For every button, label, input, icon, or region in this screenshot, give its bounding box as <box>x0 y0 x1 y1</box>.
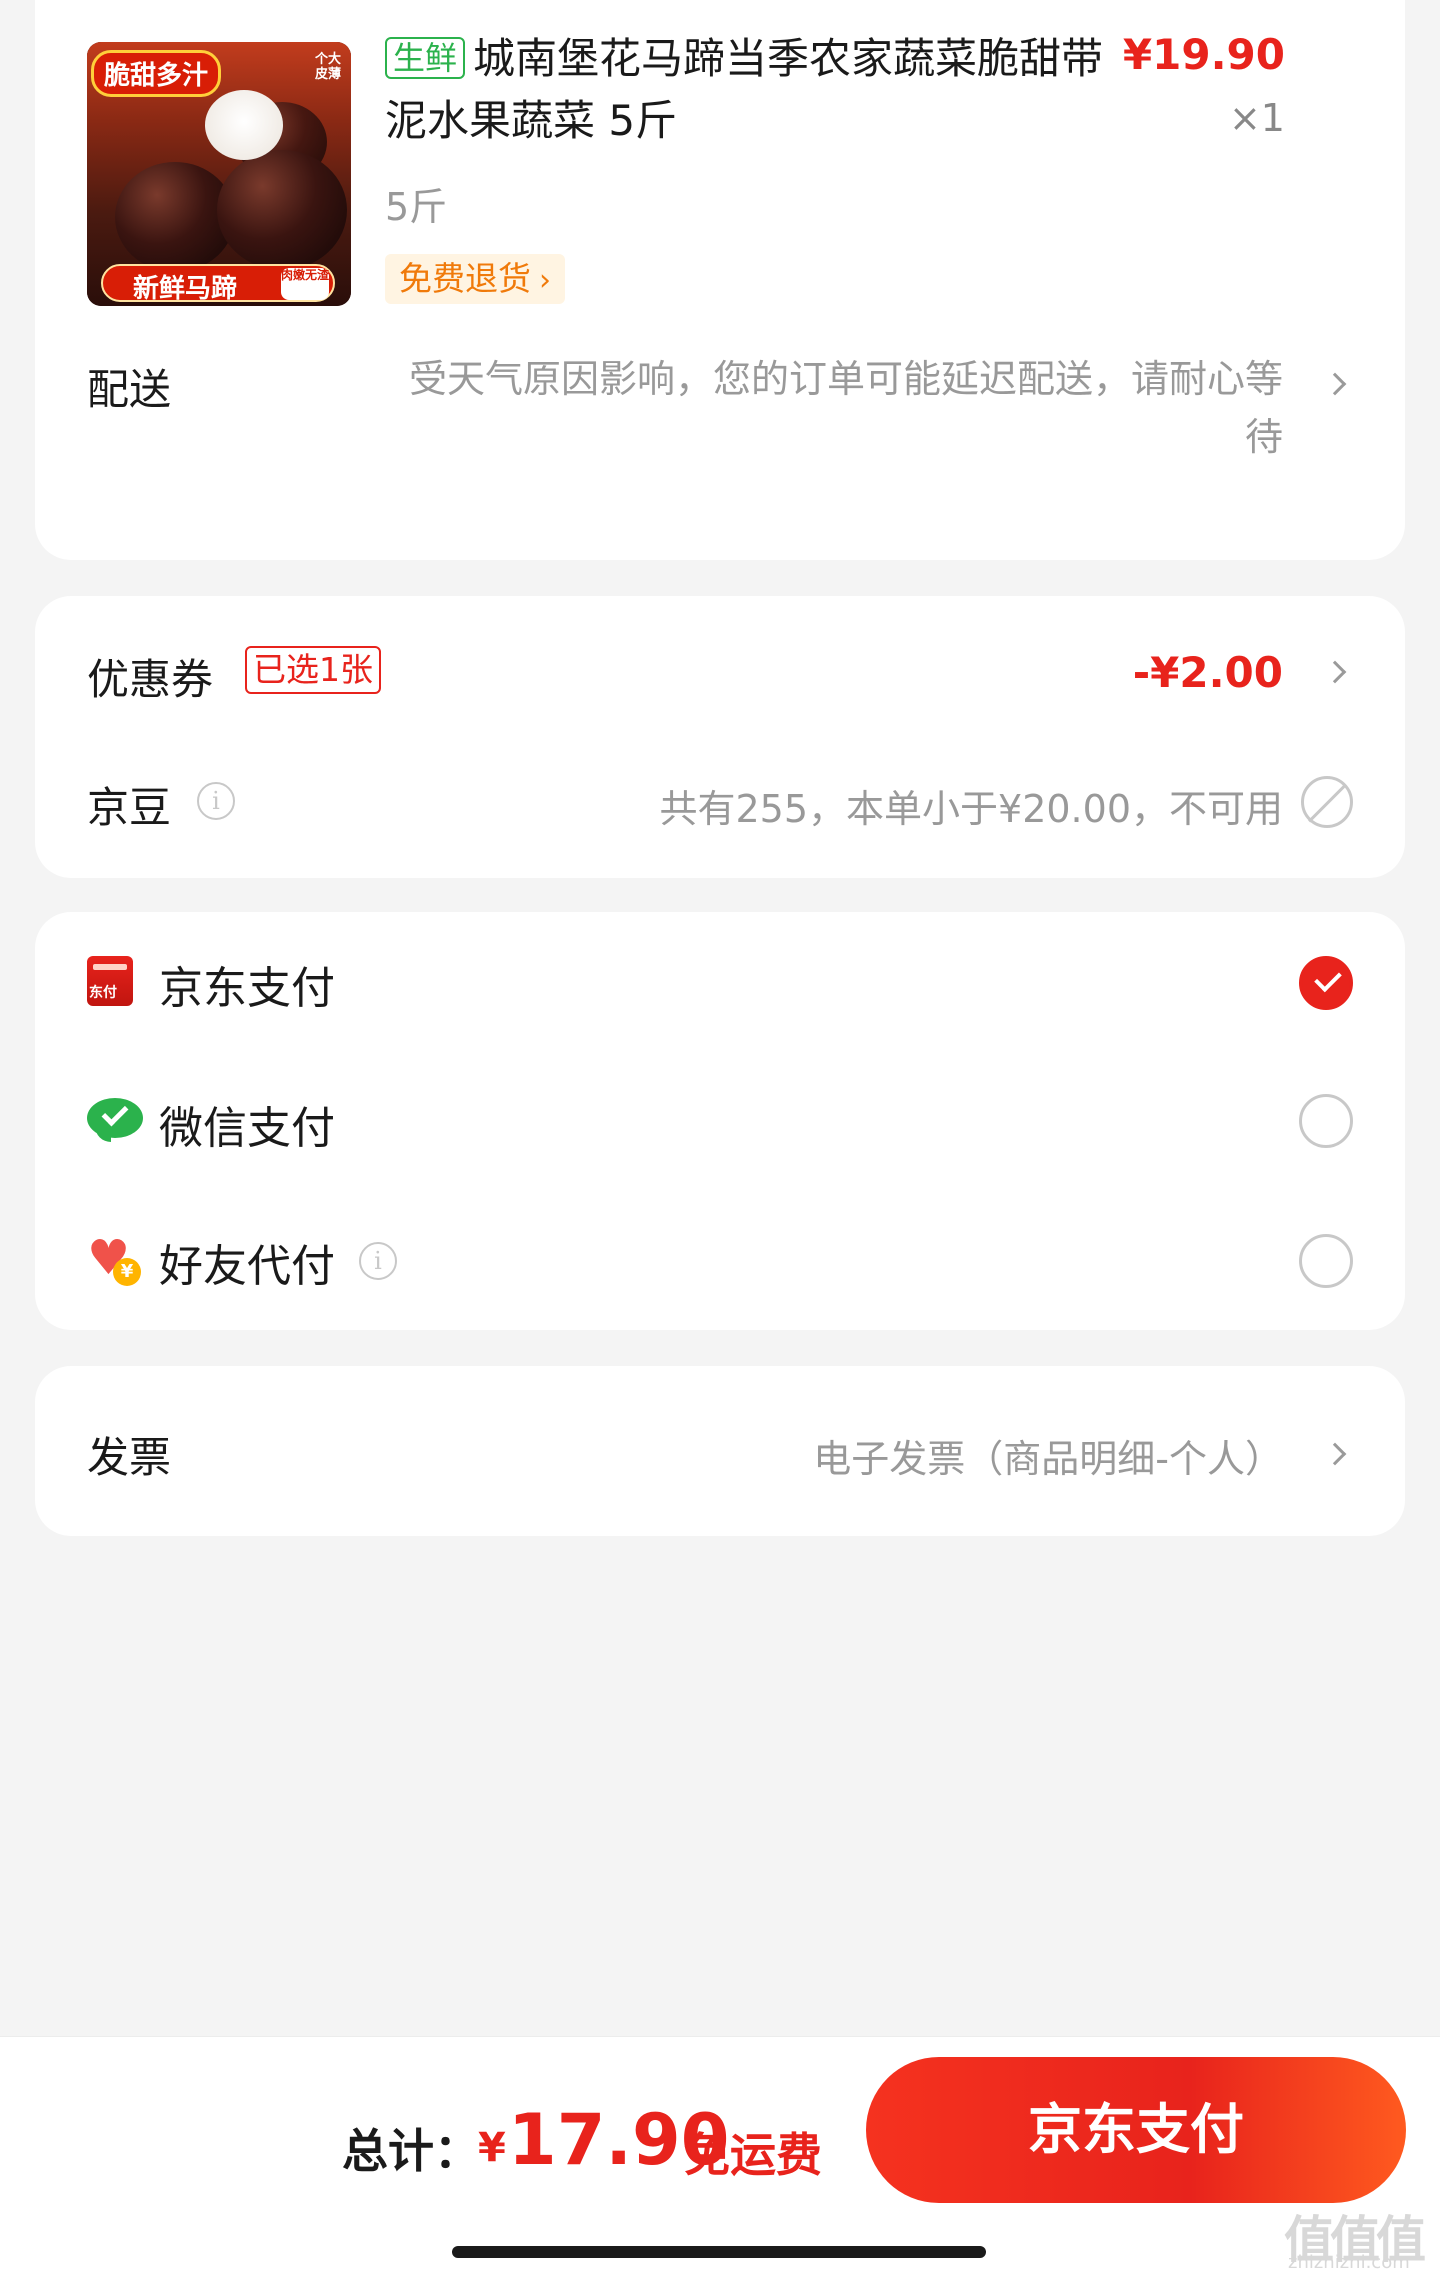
jd-pay-icon-text: 东付 <box>89 985 117 1001</box>
free-return-label: 免费退货 <box>399 259 531 298</box>
pay-button[interactable]: 京东支付 <box>866 2057 1406 2203</box>
chevron-right-icon[interactable] <box>1323 372 1347 396</box>
product-spec: 5斤 <box>385 185 448 229</box>
product-title-block[interactable]: 生鲜 城南堡花马蹄当季农家蔬菜脆甜带泥水果蔬菜 5斤 <box>385 28 1105 152</box>
water-chestnut <box>217 150 347 270</box>
yen-icon: ¥ <box>113 1258 141 1286</box>
image-tag-top-right: 个大皮薄 <box>314 52 341 82</box>
coupon-label[interactable]: 优惠券 <box>87 646 213 707</box>
image-banner-text: 新鲜马蹄 <box>133 274 238 304</box>
image-tag-top-left: 脆甜多汁 <box>91 50 222 97</box>
coupon-selected-badge: 已选1张 <box>245 646 381 694</box>
watermark: 值值值 zhizhizhi.com <box>1284 2200 1440 2274</box>
image-banner-side: 肉嫩无渣 <box>281 268 329 300</box>
payment-method-card: 东付 京东支付 微信支付 ♥ ¥ 好友代付 i <box>35 912 1405 1330</box>
product-card: 脆甜多汁 个大皮薄 新鲜马蹄 肉嫩无渣 生鲜 城南堡花马蹄当季农家蔬菜脆甜带泥水果… <box>35 0 1405 560</box>
fresh-badge: 生鲜 <box>385 37 466 79</box>
checkout-page: 脆甜多汁 个大皮薄 新鲜马蹄 肉嫩无渣 生鲜 城南堡花马蹄当季农家蔬菜脆甜带泥水果… <box>0 0 1440 2277</box>
water-chestnut-flesh <box>205 90 283 160</box>
chevron-right-icon: › <box>539 263 551 298</box>
invoice-label: 发票 <box>87 1433 172 1482</box>
product-price: ¥19.90 <box>1122 30 1285 79</box>
total-currency: ¥ <box>478 2125 506 2171</box>
checkout-bar: 总计： ¥ 17.90 免运费 京东支付 <box>0 2036 1440 2277</box>
chevron-right-icon[interactable] <box>1323 660 1347 684</box>
watermark-url: zhizhizhi.com <box>1288 2252 1410 2273</box>
image-banner: 新鲜马蹄 肉嫩无渣 <box>101 264 335 304</box>
info-icon[interactable]: i <box>359 1242 397 1280</box>
delivery-label: 配送 <box>87 365 172 414</box>
info-icon[interactable]: i <box>197 782 235 820</box>
free-return-tag[interactable]: 免费退货 › <box>385 254 565 304</box>
discount-card: 优惠券 已选1张 -¥2.00 京豆 i 共有255，本单小于¥20.00，不可… <box>35 596 1405 878</box>
jd-pay-icon-stripe <box>93 964 127 970</box>
product-quantity: ×1 <box>1228 96 1285 140</box>
payment-option-wechat-pay[interactable]: 微信支付 <box>159 1092 335 1156</box>
jd-pay-radio[interactable] <box>1299 956 1353 1010</box>
total-label: 总计： <box>342 2124 480 2178</box>
friend-pay-radio[interactable] <box>1299 1234 1353 1288</box>
wechat-bubble-tail <box>95 1126 111 1142</box>
invoice-card[interactable]: 发票 电子发票（商品明细-个人） <box>35 1366 1405 1536</box>
home-indicator[interactable] <box>452 2246 986 2258</box>
disabled-icon <box>1301 776 1353 828</box>
wechat-pay-radio[interactable] <box>1299 1094 1353 1148</box>
jd-beans-note: 共有255，本单小于¥20.00，不可用 <box>659 787 1284 831</box>
friend-pay-icon: ♥ ¥ <box>87 1234 141 1286</box>
coupon-amount[interactable]: -¥2.00 <box>1133 648 1283 697</box>
chevron-right-icon[interactable] <box>1323 1442 1347 1466</box>
product-title: 城南堡花马蹄当季农家蔬菜脆甜带泥水果蔬菜 5斤 <box>385 34 1104 145</box>
wechat-pay-icon <box>87 1098 143 1144</box>
jd-pay-icon: 东付 <box>87 956 133 1006</box>
payment-option-jd-pay[interactable]: 京东支付 <box>159 952 335 1016</box>
invoice-value: 电子发票（商品明细-个人） <box>813 1437 1283 1481</box>
payment-option-friend-pay[interactable]: 好友代付 <box>159 1230 335 1294</box>
free-shipping-label: 免运费 <box>684 2128 822 2182</box>
jd-beans-label: 京豆 <box>87 783 172 832</box>
product-image[interactable]: 脆甜多汁 个大皮薄 新鲜马蹄 肉嫩无渣 <box>87 42 351 306</box>
delivery-note[interactable]: 受天气原因影响，您的订单可能延迟配送，请耐心等待 <box>403 350 1283 466</box>
